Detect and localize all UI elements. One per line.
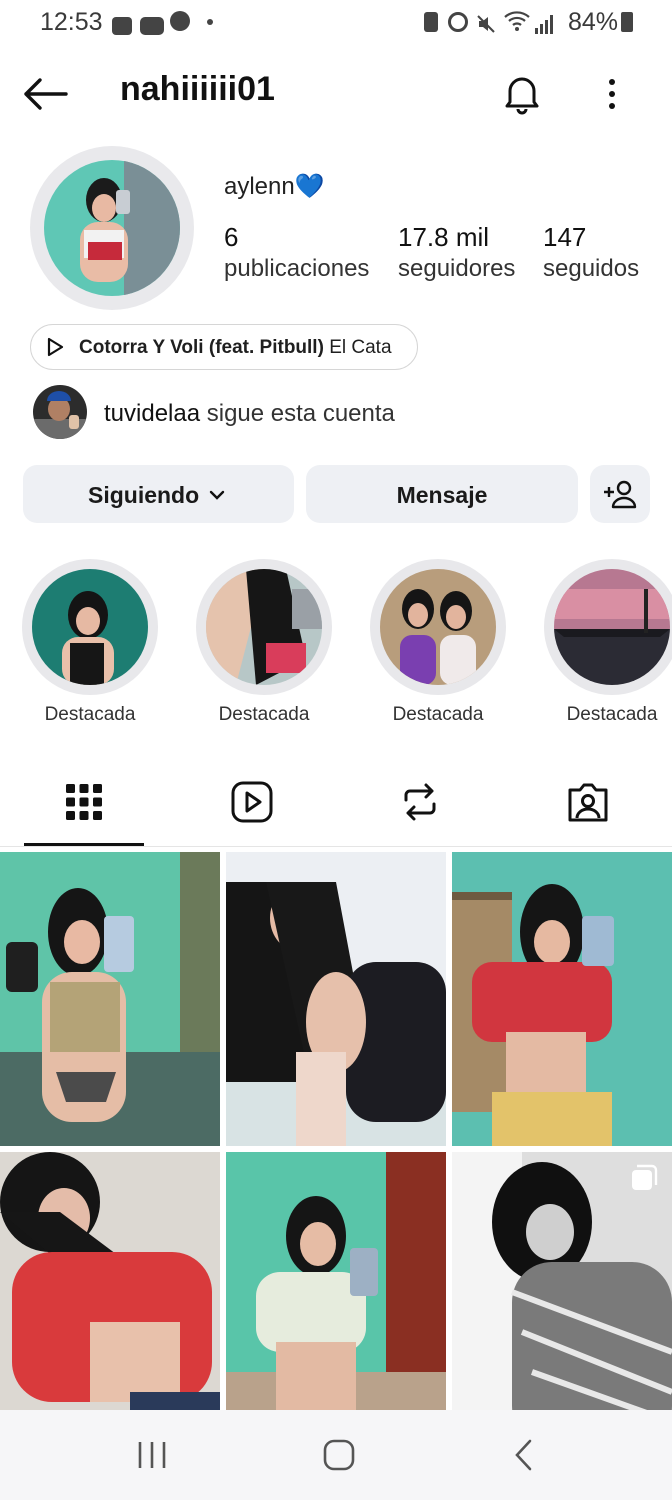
tab-tagged[interactable] (566, 780, 610, 824)
highlight-thumb[interactable] (554, 569, 670, 685)
system-navigation-bar (0, 1410, 672, 1500)
grid-icon (66, 784, 102, 820)
mutual-follower-avatar[interactable] (33, 385, 87, 439)
more-vertical-icon (609, 79, 615, 109)
post-thumbnail[interactable] (452, 1152, 672, 1446)
facebook-icon (170, 11, 190, 31)
posts-count: 6 (224, 222, 239, 252)
dot-icon (207, 19, 213, 25)
status-time: 12:53 (40, 8, 103, 36)
image-icon (112, 13, 132, 35)
wifi-icon (504, 10, 530, 32)
nfc-icon (424, 12, 438, 32)
battery-level: 84% (567, 8, 618, 36)
post-thumbnail[interactable] (0, 852, 220, 1146)
highlight-label: Destacada (44, 704, 136, 725)
post-thumbnail[interactable] (0, 1152, 220, 1446)
following-button[interactable]: Siguiendo (23, 465, 294, 523)
notifications-button[interactable] (500, 72, 544, 116)
reels-icon (231, 781, 273, 823)
post-thumbnail[interactable] (452, 852, 672, 1146)
highlight-thumb[interactable] (206, 569, 322, 685)
mutual-follower-username[interactable]: tuvidelaa (104, 400, 200, 427)
mutual-follower-text: tuvidelaa sigue esta cuenta (104, 400, 395, 427)
tab-reposts[interactable] (398, 780, 442, 824)
back-button[interactable] (22, 76, 68, 112)
following-count[interactable]: 147 (543, 222, 586, 253)
highlight-label: Destacada (218, 704, 310, 725)
display-name: aylenn💙 (224, 173, 325, 200)
tab-posts-grid[interactable] (64, 782, 104, 822)
highlight-thumb[interactable] (32, 569, 148, 685)
highlight-thumb[interactable] (380, 569, 496, 685)
add-user-icon (604, 480, 637, 509)
mute-icon (476, 12, 496, 33)
tagged-icon (568, 783, 608, 822)
followers-count[interactable]: 17.8 mil (398, 222, 489, 253)
message-button[interactable]: Mensaje (306, 465, 578, 523)
post-thumbnail[interactable] (226, 852, 446, 1146)
posts-label: publicaciones (224, 255, 370, 282)
recent-apps-icon[interactable] (136, 1440, 168, 1470)
page-title: nahiiiiii01 (120, 70, 275, 108)
carousel-icon (632, 1164, 658, 1190)
tab-divider (0, 846, 672, 847)
chevron-down-icon (209, 490, 225, 500)
youtube-icon (140, 13, 164, 35)
highlight-label: Destacada (566, 704, 658, 725)
back-nav-icon[interactable] (512, 1438, 536, 1472)
alarm-icon (448, 12, 468, 32)
following-label[interactable]: seguidos (543, 255, 639, 283)
music-song: Cotorra Y Voli (feat. Pitbull) (79, 337, 324, 358)
post-thumbnail[interactable] (226, 1152, 446, 1446)
music-artist: El Cata (329, 337, 392, 358)
signal-icon (534, 12, 554, 34)
battery-icon (621, 12, 633, 32)
avatar[interactable] (44, 160, 180, 296)
status-bar: 12:53 84% (0, 0, 672, 46)
followers-label[interactable]: seguidores (398, 255, 515, 283)
highlight-label: Destacada (392, 704, 484, 725)
back-arrow-icon (24, 78, 68, 110)
tab-reels[interactable] (230, 780, 274, 824)
blue-heart-emoji: 💙 (294, 173, 325, 200)
play-icon (47, 337, 64, 357)
suggest-users-button[interactable] (590, 465, 650, 523)
home-icon[interactable] (322, 1438, 356, 1472)
bell-icon (505, 77, 539, 115)
more-options-button[interactable] (598, 76, 626, 112)
reposts-icon (404, 783, 436, 821)
profile-music-chip[interactable]: Cotorra Y Voli (feat. Pitbull) El Cata (30, 324, 418, 370)
